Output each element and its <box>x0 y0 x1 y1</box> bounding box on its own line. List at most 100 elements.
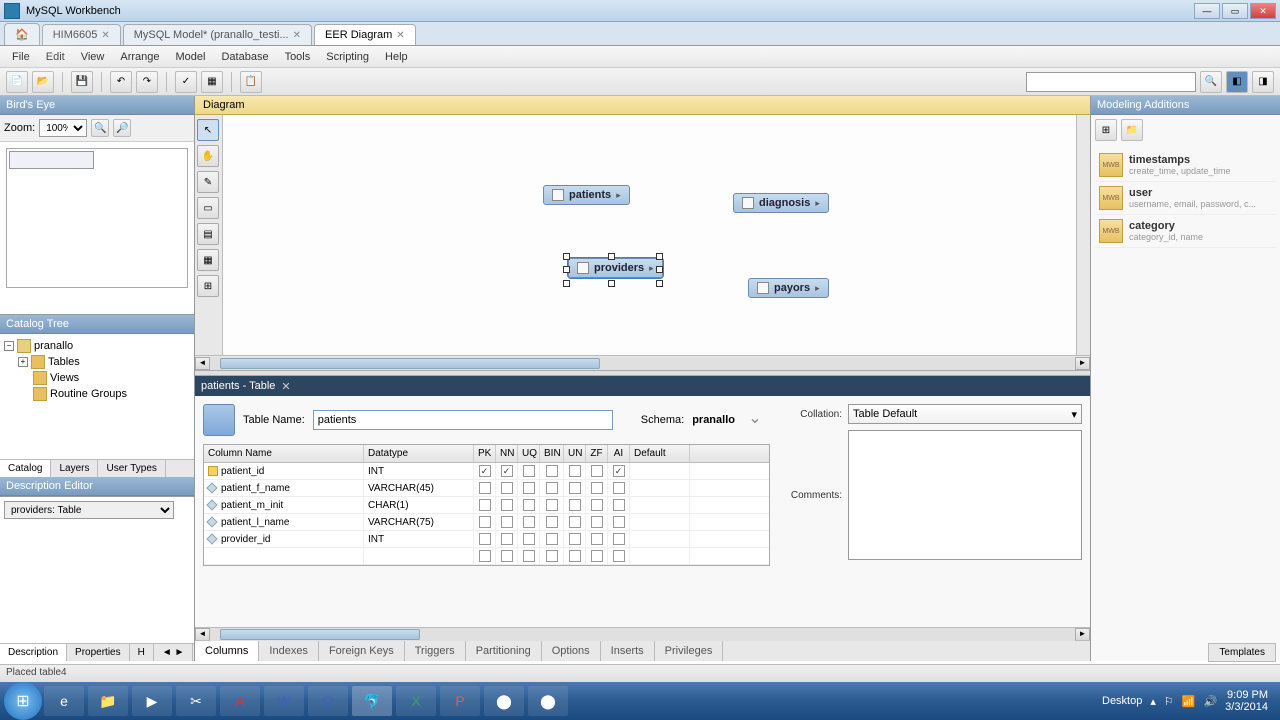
resize-handle[interactable] <box>563 266 570 273</box>
diagram-table-providers[interactable]: providers▸ <box>568 258 663 278</box>
col-header[interactable]: UQ <box>518 445 540 462</box>
save-button[interactable]: 💾 <box>71 71 93 93</box>
tab-close[interactable]: ✕ <box>101 30 109 41</box>
checkbox-bin[interactable] <box>546 465 558 477</box>
column-row[interactable]: patient_idINT <box>204 463 769 480</box>
taskbar-outlook[interactable]: O <box>308 686 348 716</box>
template-add-button[interactable]: ⊞ <box>1095 119 1117 141</box>
checkbox-zf[interactable] <box>591 533 603 545</box>
checkbox-pk[interactable] <box>479 499 491 511</box>
col-header[interactable]: Default <box>630 445 690 462</box>
catalog-tab[interactable]: Catalog <box>0 460 51 477</box>
desc-select[interactable]: providers: Table <box>4 501 174 519</box>
desc-tab[interactable]: H <box>130 644 154 661</box>
col-header[interactable]: PK <box>474 445 496 462</box>
taskbar-chrome[interactable]: ⬤ <box>484 686 524 716</box>
tab-close[interactable]: ✕ <box>396 30 404 41</box>
tree-node[interactable]: Routine Groups <box>4 386 190 402</box>
checkbox-un[interactable] <box>569 465 581 477</box>
diagram-table-payors[interactable]: payors▸ <box>748 278 829 298</box>
resize-handle[interactable] <box>656 266 663 273</box>
checkbox-uq[interactable] <box>523 482 535 494</box>
editor-tab-indexes[interactable]: Indexes <box>259 641 319 661</box>
checkbox-bin[interactable] <box>546 482 558 494</box>
scroll-right-button[interactable]: ► <box>1075 357 1090 370</box>
tray-flag-icon[interactable]: ⚐ <box>1164 695 1174 708</box>
resize-handle[interactable] <box>563 253 570 260</box>
redo-button[interactable]: ↷ <box>136 71 158 93</box>
new-file-button[interactable]: 📄 <box>6 71 28 93</box>
checkbox-un[interactable] <box>569 499 581 511</box>
checkbox-ai[interactable] <box>613 533 625 545</box>
template-folder-button[interactable]: 📁 <box>1121 119 1143 141</box>
search-button[interactable]: 🔍 <box>1200 71 1222 93</box>
checkbox-zf[interactable] <box>591 499 603 511</box>
hscroll-track[interactable] <box>210 357 1075 370</box>
panel-left-button[interactable]: ◧ <box>1226 71 1248 93</box>
resize-handle[interactable] <box>656 253 663 260</box>
maximize-button[interactable]: ▭ <box>1222 3 1248 19</box>
editor-tab-options[interactable]: Options <box>542 641 601 661</box>
zoom-select[interactable]: 100% <box>39 119 87 137</box>
checkbox-pk[interactable] <box>479 482 491 494</box>
panel-right-button[interactable]: ◨ <box>1252 71 1274 93</box>
open-file-button[interactable]: 📂 <box>32 71 54 93</box>
tray-up-icon[interactable]: ▴ <box>1150 695 1156 708</box>
search-input[interactable] <box>1026 72 1196 92</box>
tab[interactable]: EER Diagram✕ <box>314 24 416 45</box>
export-button[interactable]: 📋 <box>240 71 262 93</box>
diagram-table-diagnosis[interactable]: diagnosis▸ <box>733 193 829 213</box>
checkbox-nn[interactable] <box>501 533 513 545</box>
grid-scroll-left[interactable]: ◄ <box>195 628 210 641</box>
taskbar-excel[interactable]: X <box>396 686 436 716</box>
desc-tab[interactable]: Properties <box>67 644 130 661</box>
editor-tab-privileges[interactable]: Privileges <box>655 641 724 661</box>
grid-scroll-right[interactable]: ► <box>1075 628 1090 641</box>
scroll-left-button[interactable]: ◄ <box>195 357 210 370</box>
vscroll[interactable] <box>1076 115 1090 355</box>
editor-tab-foreign keys[interactable]: Foreign Keys <box>319 641 405 661</box>
column-row[interactable]: provider_idINT <box>204 531 769 548</box>
pointer-tool[interactable]: ↖ <box>197 119 219 141</box>
note-tool[interactable]: ▤ <box>197 223 219 245</box>
menu-edit[interactable]: Edit <box>38 48 73 66</box>
checkbox-nn[interactable] <box>501 499 513 511</box>
tray-volume-icon[interactable]: 🔊 <box>1203 695 1217 708</box>
validate-button[interactable]: ✓ <box>175 71 197 93</box>
tab[interactable]: MySQL Model* (pranallo_testi...✕ <box>123 24 312 45</box>
taskbar-powerpoint[interactable]: P <box>440 686 480 716</box>
taskbar-workbench[interactable]: 🐬 <box>352 686 392 716</box>
resize-handle[interactable] <box>656 280 663 287</box>
editor-tab-partitioning[interactable]: Partitioning <box>466 641 542 661</box>
layer-tool[interactable]: ▭ <box>197 197 219 219</box>
close-button[interactable]: ✕ <box>1250 3 1276 19</box>
menu-help[interactable]: Help <box>377 48 416 66</box>
checkbox-uq[interactable] <box>523 465 535 477</box>
tray-network-icon[interactable]: 📶 <box>1182 695 1196 708</box>
collapse-button[interactable]: ⌄ <box>743 408 767 432</box>
checkbox-ai[interactable] <box>613 516 625 528</box>
col-header[interactable]: NN <box>496 445 518 462</box>
menu-view[interactable]: View <box>73 48 113 66</box>
editor-tab-triggers[interactable]: Triggers <box>405 641 466 661</box>
desc-area[interactable] <box>0 523 194 643</box>
table-tool[interactable]: ⊞ <box>197 275 219 297</box>
tab-close[interactable]: ✕ <box>293 30 301 41</box>
column-row[interactable]: patient_l_nameVARCHAR(75) <box>204 514 769 531</box>
checkbox-nn[interactable] <box>501 482 513 494</box>
tree-db-node[interactable]: −pranallo <box>4 338 190 354</box>
menu-arrange[interactable]: Arrange <box>112 48 167 66</box>
column-row-new[interactable] <box>204 548 769 565</box>
home-tab[interactable]: 🏠 <box>4 23 40 45</box>
catalog-tab[interactable]: Layers <box>51 460 98 477</box>
catalog-tab[interactable]: User Types <box>98 460 165 477</box>
checkbox-un[interactable] <box>569 533 581 545</box>
checkbox-bin[interactable] <box>546 499 558 511</box>
eraser-tool[interactable]: ✎ <box>197 171 219 193</box>
checkbox-nn[interactable] <box>501 516 513 528</box>
template-item[interactable]: MWBtimestampscreate_time, update_time <box>1095 149 1276 182</box>
start-button[interactable]: ⊞ <box>4 682 42 720</box>
taskbar-snip[interactable]: ✂ <box>176 686 216 716</box>
menu-scripting[interactable]: Scripting <box>318 48 377 66</box>
checkbox-ai[interactable] <box>613 482 625 494</box>
